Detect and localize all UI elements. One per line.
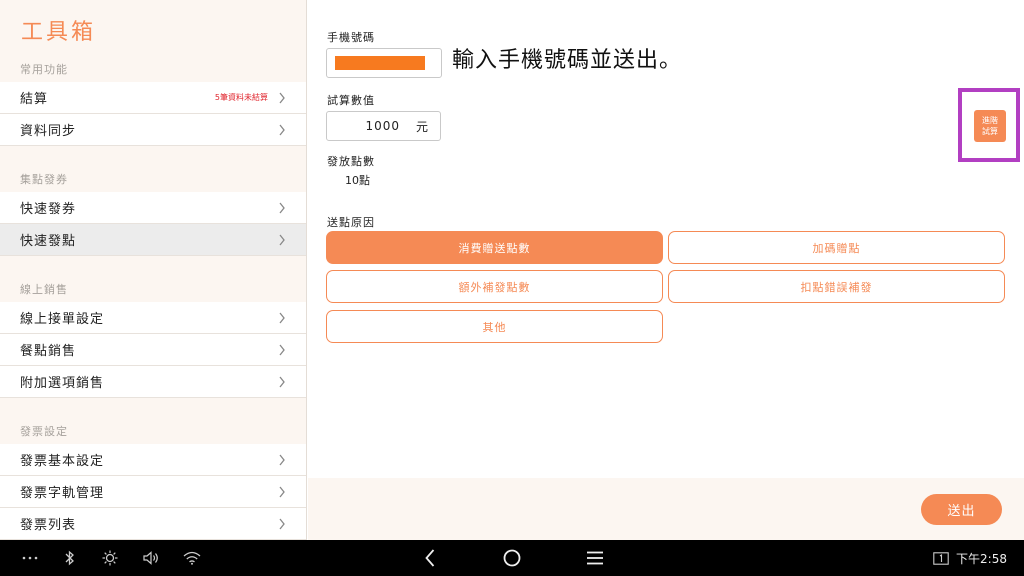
- unsettled-badge: 5筆資料未結算: [214, 93, 268, 102]
- app-title: 工具箱: [21, 20, 97, 45]
- back-icon[interactable]: [424, 548, 436, 568]
- reason-other[interactable]: 其他: [326, 310, 663, 343]
- phone-redaction: [335, 56, 425, 70]
- section-label-invoice-settings: 發票設定: [20, 425, 68, 438]
- reason-label: 送點原因: [327, 216, 375, 229]
- sidebar-item-label: 發票字軌管理: [20, 486, 105, 501]
- amount-value: 1000: [365, 119, 400, 133]
- sidebar-item-label: 線上接單設定: [20, 312, 105, 327]
- sidebar-item-data-sync[interactable]: 資料同步: [0, 114, 306, 146]
- chevron-right-icon: [279, 454, 285, 465]
- sidebar-item-addon-sales[interactable]: 附加選項銷售: [0, 366, 306, 398]
- sidebar-item-invoice-basic-settings[interactable]: 發票基本設定: [0, 444, 306, 476]
- sidebar-item-quick-coupon[interactable]: 快速發券: [0, 192, 306, 224]
- advanced-calc-button[interactable]: 進階 試算: [974, 110, 1006, 142]
- chevron-right-icon: [279, 202, 285, 213]
- volume-icon[interactable]: [143, 548, 159, 568]
- section-label-online-sales: 線上銷售: [20, 283, 68, 296]
- clock: 下午2:58: [956, 552, 1007, 566]
- chevron-right-icon: [279, 344, 285, 355]
- sidebar-item-label: 快速發點: [20, 234, 77, 249]
- amount-input[interactable]: 1000 元: [326, 111, 441, 141]
- sidebar: 工具箱 常用功能 結算 5筆資料未結算 資料同步 集點發券 快速發券 快速發點 …: [0, 0, 307, 540]
- amount-label: 試算數值: [327, 94, 375, 107]
- submit-button[interactable]: 送出: [921, 494, 1002, 525]
- reason-extra-reissue[interactable]: 額外補發點數: [326, 270, 663, 303]
- points-value: 10點: [345, 174, 370, 187]
- sidebar-item-label: 發票列表: [20, 518, 77, 533]
- amount-unit: 元: [415, 119, 428, 134]
- main-panel: 手機號碼 輸入手機號碼並送出。 試算數值 1000 元 發放點數 10點 進階 …: [308, 0, 1024, 540]
- sidebar-item-label: 發票基本設定: [20, 454, 105, 469]
- bluetooth-icon[interactable]: [63, 548, 77, 568]
- footer-bar: 送出: [308, 478, 1024, 540]
- sidebar-item-label: 快速發券: [20, 202, 77, 217]
- chevron-right-icon: [279, 486, 285, 497]
- sidebar-item-label: 附加選項銷售: [20, 376, 105, 391]
- section-label-common: 常用功能: [20, 63, 68, 76]
- brightness-icon[interactable]: [102, 548, 118, 568]
- phone-input[interactable]: [326, 48, 442, 78]
- sidebar-item-label: 餐點銷售: [20, 344, 77, 359]
- chevron-right-icon: [279, 124, 285, 135]
- phone-hint: 輸入手機號碼並送出。: [452, 48, 683, 73]
- chevron-right-icon: [279, 376, 285, 387]
- reason-deduction-error-reissue[interactable]: 扣點錯誤補發: [668, 270, 1005, 303]
- sidebar-item-label: 結算: [20, 92, 49, 107]
- sidebar-item-invoice-track-management[interactable]: 發票字軌管理: [0, 476, 306, 508]
- wifi-icon[interactable]: [183, 548, 201, 568]
- more-icon[interactable]: [22, 548, 38, 568]
- chevron-right-icon: [279, 312, 285, 323]
- reason-consumption-gift[interactable]: 消費贈送點數: [326, 231, 663, 264]
- reason-bonus-points[interactable]: 加碼贈點: [668, 231, 1005, 264]
- screen-number-icon[interactable]: [932, 548, 950, 568]
- chevron-right-icon: [279, 92, 285, 103]
- points-label: 發放點數: [327, 155, 375, 168]
- home-icon[interactable]: [502, 548, 522, 568]
- section-label-points-coupons: 集點發券: [20, 173, 68, 186]
- recents-icon[interactable]: [586, 548, 604, 568]
- chevron-right-icon: [279, 234, 285, 245]
- sidebar-item-label: 資料同步: [20, 124, 77, 139]
- chevron-right-icon: [279, 518, 285, 529]
- system-navigation-bar: 下午2:58: [0, 540, 1024, 576]
- sidebar-item-invoice-list[interactable]: 發票列表: [0, 508, 306, 540]
- sidebar-item-checkout[interactable]: 結算 5筆資料未結算: [0, 82, 306, 114]
- sidebar-item-meal-sales[interactable]: 餐點銷售: [0, 334, 306, 366]
- phone-label: 手機號碼: [327, 31, 375, 44]
- sidebar-item-online-order-settings[interactable]: 線上接單設定: [0, 302, 306, 334]
- sidebar-item-quick-points[interactable]: 快速發點: [0, 224, 306, 256]
